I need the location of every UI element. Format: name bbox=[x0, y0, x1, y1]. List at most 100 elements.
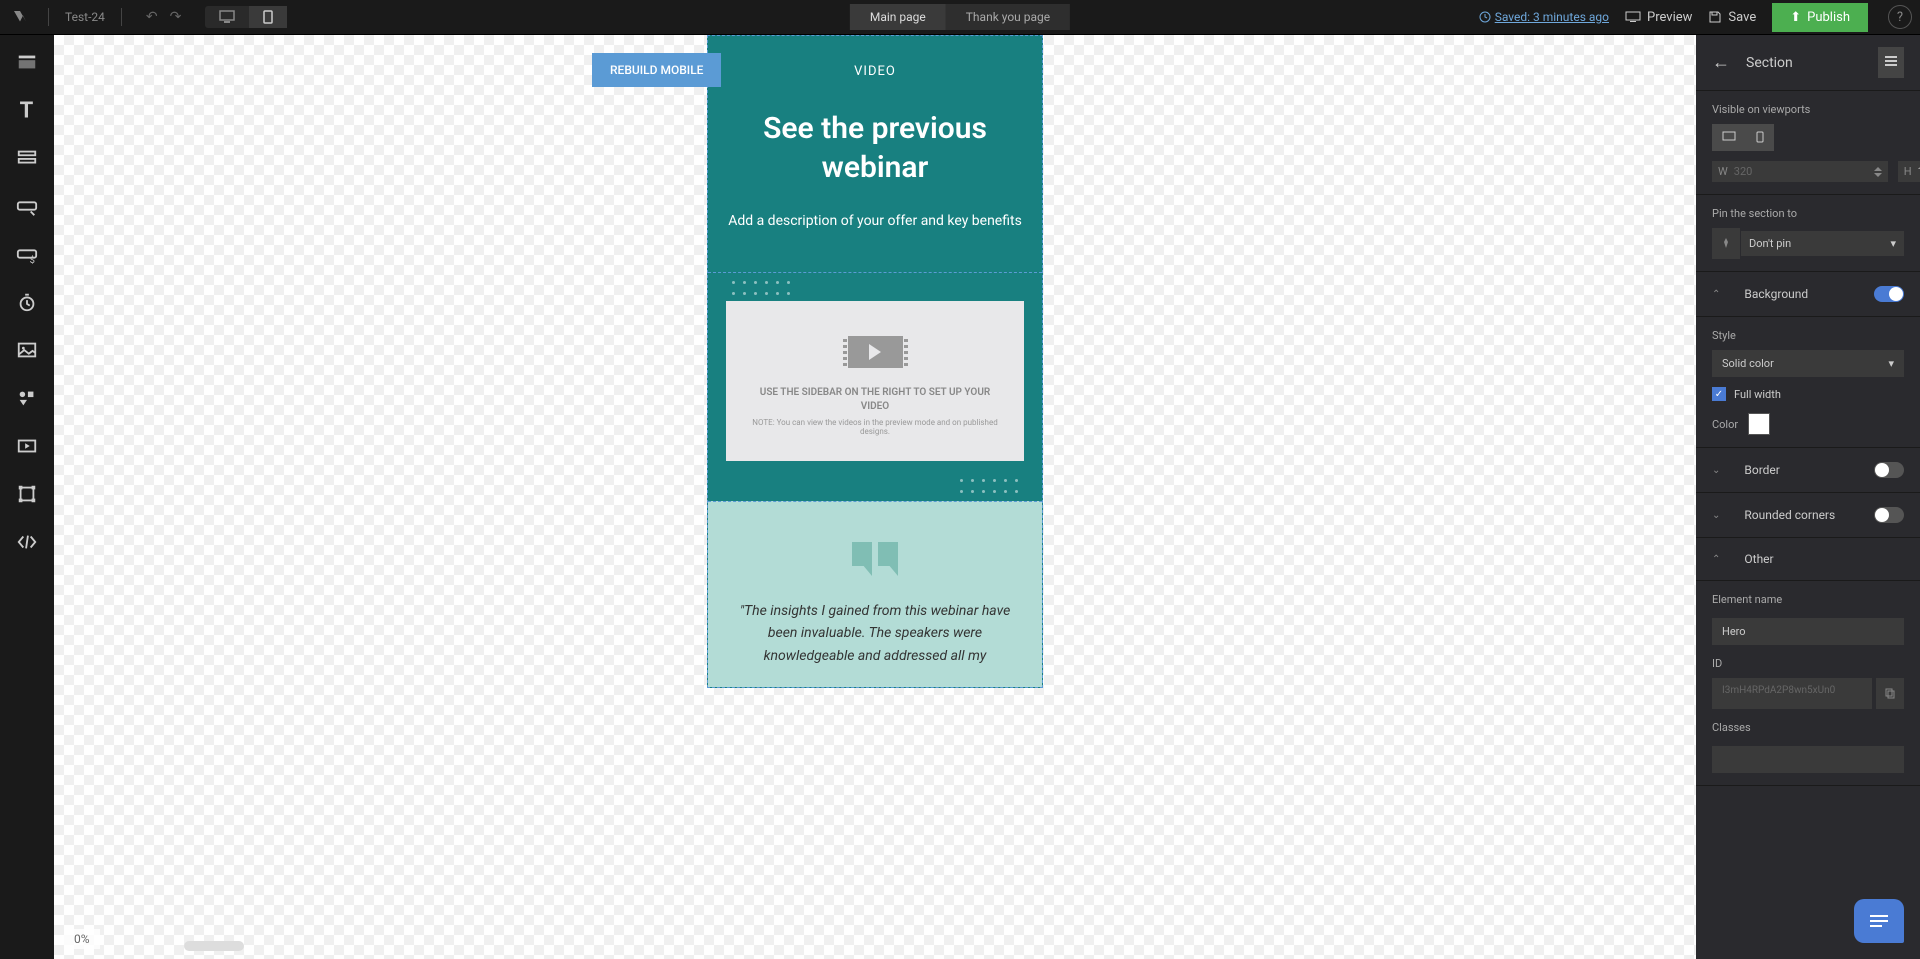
pin-select[interactable]: Don't pin ▾ bbox=[1741, 231, 1904, 256]
video-placeholder[interactable]: USE THE SIDEBAR ON THE RIGHT TO SET UP Y… bbox=[726, 301, 1024, 461]
rounded-toggle[interactable] bbox=[1874, 507, 1904, 523]
dropdown-icon: ▾ bbox=[1890, 237, 1896, 250]
video-title: See the previous webinar bbox=[728, 109, 1022, 187]
divider bbox=[121, 8, 122, 26]
app-logo[interactable] bbox=[8, 5, 32, 29]
copy-id-button[interactable] bbox=[1876, 678, 1904, 709]
mobile-content[interactable]: VIDEO See the previous webinar Add a des… bbox=[707, 35, 1043, 688]
background-title: Background bbox=[1744, 287, 1874, 301]
shapes-tool[interactable] bbox=[6, 377, 48, 419]
undo-button[interactable]: ↶ bbox=[146, 9, 158, 25]
panel-title: Section bbox=[1746, 55, 1862, 71]
tab-main-page[interactable]: Main page bbox=[850, 4, 946, 30]
pin-label: Pin the section to bbox=[1712, 207, 1904, 220]
id-value: I3mH4RPdA2P8wn5xUn0 bbox=[1712, 678, 1872, 709]
video-note: NOTE: You can view the videos in the pre… bbox=[746, 418, 1004, 436]
image-tool[interactable] bbox=[6, 329, 48, 371]
rounded-title: Rounded corners bbox=[1744, 508, 1874, 522]
text-tool[interactable]: T bbox=[6, 89, 48, 131]
mobile-visibility-toggle[interactable] bbox=[1746, 124, 1774, 151]
mobile-view-button[interactable] bbox=[249, 6, 287, 28]
decoration-dots bbox=[732, 281, 790, 295]
background-header[interactable]: ⌃ Background bbox=[1696, 272, 1920, 317]
save-button[interactable]: Save bbox=[1708, 10, 1756, 25]
chat-icon bbox=[1870, 915, 1888, 927]
button-tool[interactable] bbox=[6, 185, 48, 227]
svg-text:T: T bbox=[20, 99, 34, 121]
payment-tool[interactable]: $ bbox=[6, 233, 48, 275]
collapse-icon: ⌃ bbox=[1712, 289, 1720, 300]
color-swatch[interactable] bbox=[1748, 413, 1770, 435]
video-instruction: USE THE SIDEBAR ON THE RIGHT TO SET UP Y… bbox=[746, 386, 1004, 414]
code-tool[interactable] bbox=[6, 521, 48, 563]
testimonial-text: "The insights I gained from this webinar… bbox=[726, 600, 1024, 667]
collapse-icon: ⌄ bbox=[1712, 465, 1720, 476]
video-section[interactable]: VIDEO See the previous webinar Add a des… bbox=[708, 36, 1042, 272]
properties-panel: ← Section Visible on viewports W bbox=[1696, 35, 1920, 959]
chat-button[interactable] bbox=[1854, 899, 1904, 943]
width-input[interactable] bbox=[1734, 165, 1874, 178]
form-tool[interactable] bbox=[6, 137, 48, 179]
decoration-dots bbox=[960, 479, 1018, 493]
topbar-left: Test-24 ↶ ↷ bbox=[8, 5, 287, 29]
width-stepper-up[interactable] bbox=[1874, 167, 1882, 171]
scroll-track[interactable] bbox=[184, 941, 244, 951]
back-button[interactable]: ← bbox=[1712, 52, 1730, 73]
width-stepper-down[interactable] bbox=[1874, 173, 1882, 177]
video-label: VIDEO bbox=[728, 64, 1022, 79]
id-label: ID bbox=[1712, 657, 1904, 670]
other-header[interactable]: ⌃ Other bbox=[1696, 538, 1920, 581]
viewport-toggle bbox=[205, 6, 287, 28]
panel-header: ← Section bbox=[1696, 35, 1920, 91]
border-title: Border bbox=[1744, 463, 1874, 477]
video-player-section[interactable]: USE THE SIDEBAR ON THE RIGHT TO SET UP Y… bbox=[708, 272, 1042, 501]
full-width-label: Full width bbox=[1734, 388, 1781, 401]
height-input-group: H bbox=[1898, 161, 1920, 182]
timer-tool[interactable] bbox=[6, 281, 48, 323]
mobile-frame: REBUILD MOBILE VIDEO See the previous we… bbox=[707, 35, 1043, 688]
style-select[interactable]: Solid color ▾ bbox=[1712, 350, 1904, 377]
desktop-view-button[interactable] bbox=[205, 6, 249, 28]
redo-button[interactable]: ↷ bbox=[170, 9, 182, 25]
style-label: Style bbox=[1712, 329, 1904, 342]
box-tool[interactable] bbox=[6, 473, 48, 515]
rounded-header[interactable]: ⌄ Rounded corners bbox=[1696, 493, 1920, 538]
border-header[interactable]: ⌄ Border bbox=[1696, 448, 1920, 493]
section-tool[interactable] bbox=[6, 41, 48, 83]
layers-button[interactable] bbox=[1878, 47, 1904, 78]
desktop-visibility-toggle[interactable] bbox=[1712, 124, 1746, 151]
tab-thank-you-page[interactable]: Thank you page bbox=[946, 4, 1070, 30]
canvas[interactable]: REBUILD MOBILE VIDEO See the previous we… bbox=[54, 35, 1696, 959]
video-tool[interactable] bbox=[6, 425, 48, 467]
testimonial-section[interactable]: "The insights I gained from this webinar… bbox=[708, 501, 1042, 687]
classes-label: Classes bbox=[1712, 721, 1904, 734]
pin-section: Pin the section to Don't pin ▾ bbox=[1696, 195, 1920, 272]
rebuild-mobile-button[interactable]: REBUILD MOBILE bbox=[592, 53, 721, 87]
top-bar: Test-24 ↶ ↷ Main page Thank you page Sav… bbox=[0, 0, 1920, 35]
width-input-group: W bbox=[1712, 161, 1888, 182]
svg-text:$: $ bbox=[30, 255, 35, 265]
element-name-input[interactable] bbox=[1712, 618, 1904, 645]
divider bbox=[48, 8, 49, 26]
full-width-checkbox[interactable]: ✓ bbox=[1712, 387, 1726, 401]
pin-icon-button[interactable] bbox=[1712, 228, 1740, 259]
collapse-icon: ⌄ bbox=[1712, 510, 1720, 521]
visible-on-label: Visible on viewports bbox=[1712, 103, 1904, 116]
visibility-section: Visible on viewports W H bbox=[1696, 91, 1920, 195]
color-label: Color bbox=[1712, 418, 1738, 431]
topbar-right: Saved: 3 minutes ago Preview Save ⬆Publi… bbox=[1479, 3, 1912, 32]
saved-status[interactable]: Saved: 3 minutes ago bbox=[1479, 10, 1609, 24]
border-toggle[interactable] bbox=[1874, 462, 1904, 478]
video-play-icon bbox=[848, 336, 903, 368]
background-toggle[interactable] bbox=[1874, 286, 1904, 302]
publish-label: Publish bbox=[1807, 10, 1850, 25]
element-name-label: Element name bbox=[1712, 593, 1904, 606]
saved-status-text: Saved: 3 minutes ago bbox=[1495, 10, 1609, 24]
help-button[interactable]: ? bbox=[1888, 5, 1912, 29]
preview-button[interactable]: Preview bbox=[1625, 10, 1692, 25]
other-title: Other bbox=[1744, 552, 1904, 566]
pin-select-value: Don't pin bbox=[1749, 237, 1791, 250]
classes-input[interactable] bbox=[1712, 746, 1904, 773]
publish-button[interactable]: ⬆Publish bbox=[1772, 3, 1868, 32]
zoom-level: 0% bbox=[64, 929, 100, 949]
